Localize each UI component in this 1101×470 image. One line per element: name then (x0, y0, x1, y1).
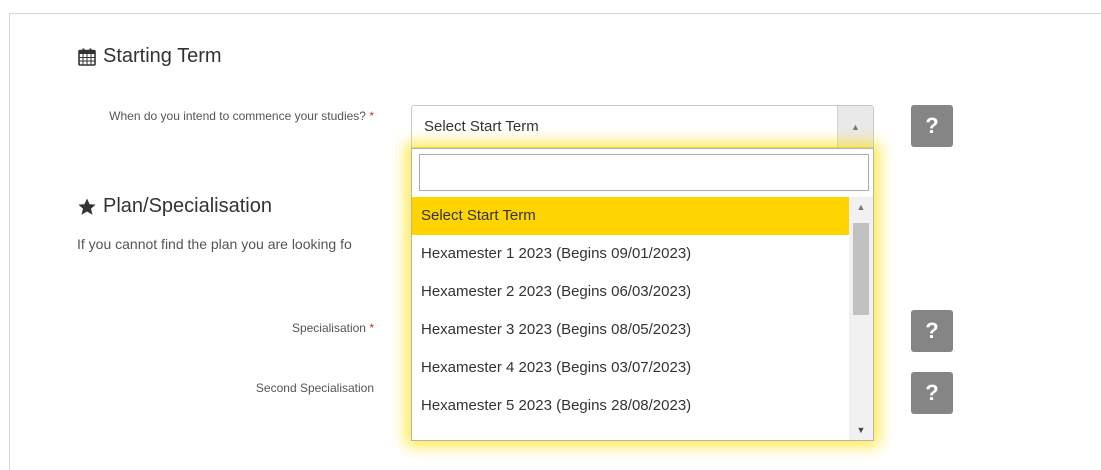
calendar-icon (77, 47, 97, 67)
second-specialisation-label: Second Specialisation (255, 381, 374, 395)
start-term-dropdown: Select Start Term Hexamester 1 2023 (Beg… (411, 148, 874, 441)
start-term-select[interactable]: Select Start Term ▲ (411, 105, 874, 148)
plan-specialisation-heading: Plan/Specialisation (77, 195, 272, 218)
starting-term-heading: Starting Term (77, 45, 222, 68)
starting-term-heading-text: Starting Term (103, 45, 222, 67)
dropdown-option[interactable]: Hexamester 2 2023 (Begins 06/03/2023) (412, 273, 850, 311)
dropdown-option[interactable]: Hexamester 1 2023 (Begins 09/01/2023) (412, 235, 850, 273)
star-icon (77, 197, 97, 217)
dropdown-scrollbar[interactable]: ▲ ▼ (849, 197, 873, 440)
dropdown-option[interactable]: Hexamester 5 2023 (Begins 28/08/2023) (412, 387, 850, 425)
scroll-down-icon[interactable]: ▼ (849, 420, 873, 440)
plan-help-note: If you cannot find the plan you are look… (77, 236, 352, 252)
required-marker: * (369, 109, 374, 123)
commence-question-label: When do you intend to commence your stud… (109, 109, 374, 123)
form-panel: Starting Term When do you intend to comm… (9, 13, 1101, 470)
second-specialisation-help-button[interactable]: ? (911, 372, 953, 414)
plan-heading-text: Plan/Specialisation (103, 195, 272, 217)
scroll-up-icon[interactable]: ▲ (849, 197, 873, 217)
dropdown-search-input[interactable] (419, 154, 869, 191)
dropdown-option[interactable]: Select Start Term (412, 197, 850, 235)
dropdown-option[interactable]: Hexamester 4 2023 (Begins 03/07/2023) (412, 349, 850, 387)
start-term-select-value: Select Start Term (424, 118, 539, 135)
specialisation-label: Specialisation * (291, 321, 374, 335)
start-term-help-button[interactable]: ? (911, 105, 953, 147)
specialisation-help-button[interactable]: ? (911, 310, 953, 352)
required-marker: * (369, 321, 374, 335)
dropdown-options-list: Select Start Term Hexamester 1 2023 (Beg… (412, 197, 850, 425)
dropdown-option[interactable]: Hexamester 3 2023 (Begins 08/05/2023) (412, 311, 850, 349)
select-arrow-icon[interactable]: ▲ (837, 106, 873, 147)
scrollbar-thumb[interactable] (853, 223, 869, 315)
